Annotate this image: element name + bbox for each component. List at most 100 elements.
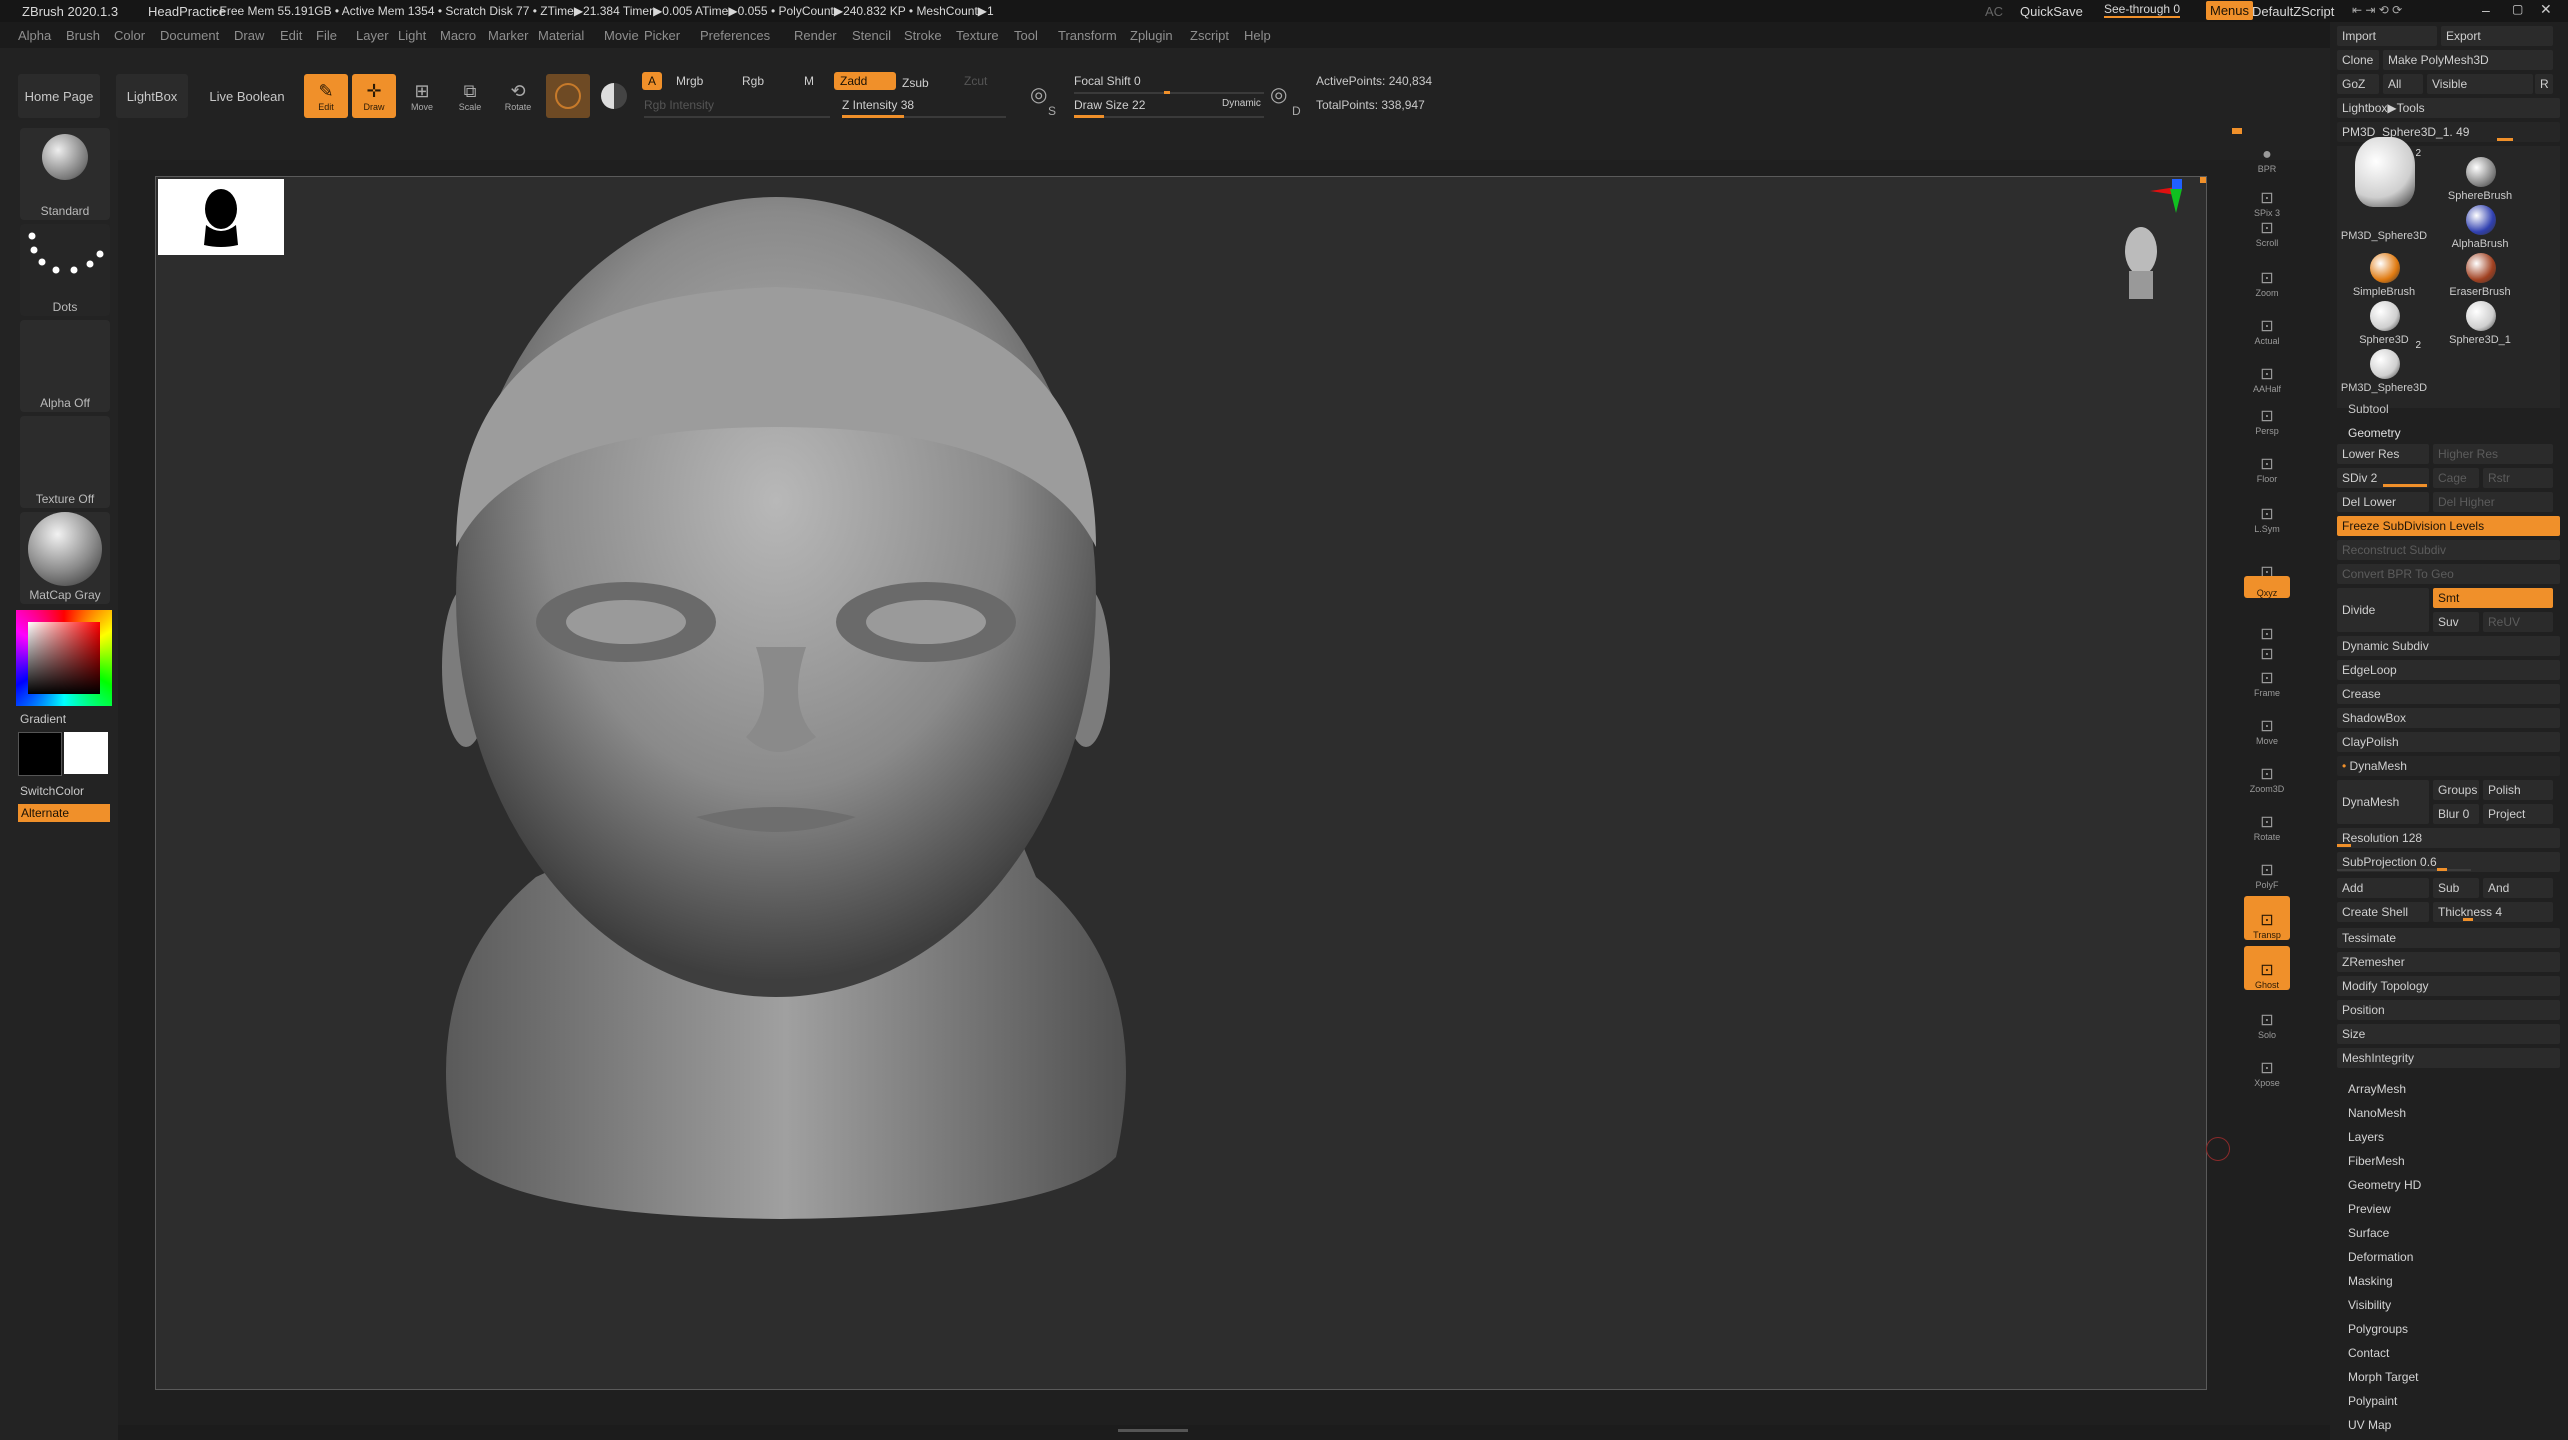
- canvas-viewport[interactable]: [155, 176, 2230, 1390]
- tool-thumb-sphere3d[interactable]: [2347, 292, 2423, 340]
- tool-thumb-pm3d-sphere3d[interactable]: 2: [2347, 137, 2423, 207]
- rgb-intensity-slider[interactable]: Rgb Intensity: [644, 96, 830, 118]
- view-tool-solo[interactable]: ⊡ Solo: [2244, 996, 2290, 1040]
- menu-marker[interactable]: Marker: [488, 28, 528, 43]
- smt-toggle[interactable]: Smt: [2433, 588, 2553, 608]
- dynamesh-header[interactable]: • DynaMesh: [2337, 756, 2560, 776]
- view-tool-move[interactable]: ⊡ Move: [2244, 702, 2290, 746]
- m-toggle[interactable]: M: [798, 72, 820, 90]
- sdiv-slider[interactable]: SDiv 2: [2337, 468, 2429, 488]
- view-tool-rotate[interactable]: ⊡ Rotate: [2244, 798, 2290, 842]
- edit-mode-button[interactable]: ✎ Edit: [304, 74, 348, 118]
- gizmo-toggle-button[interactable]: [592, 74, 636, 118]
- suv-toggle[interactable]: Suv: [2433, 612, 2479, 632]
- secondary-color-swatch[interactable]: [64, 732, 108, 774]
- submenu-deformation[interactable]: Deformation: [2348, 1250, 2413, 1264]
- submenu-nanomesh[interactable]: NanoMesh: [2348, 1106, 2406, 1120]
- submenu-preview[interactable]: Preview: [2348, 1202, 2391, 1216]
- tool-thumb-spherebrush[interactable]: [2443, 148, 2519, 196]
- groups-toggle[interactable]: Groups: [2433, 780, 2479, 800]
- maximize-icon[interactable]: ▢: [2512, 2, 2523, 16]
- geometry-header[interactable]: Geometry: [2348, 426, 2401, 440]
- del-lower-button[interactable]: Del Lower: [2337, 492, 2429, 512]
- view-tool-xpose[interactable]: ⊡ Xpose: [2244, 1044, 2290, 1088]
- reuv-toggle[interactable]: ReUV: [2483, 612, 2553, 632]
- focal-shift-slider[interactable]: Focal Shift 0: [1074, 72, 1264, 94]
- view-tool-persp[interactable]: ⊡ Persp: [2244, 392, 2290, 436]
- higher-res-button[interactable]: Higher Res: [2433, 444, 2553, 464]
- submenu-uv-map[interactable]: UV Map: [2348, 1418, 2391, 1432]
- goz-all-button[interactable]: All: [2383, 74, 2423, 94]
- view-tool-frame[interactable]: ⊡ Frame: [2244, 654, 2290, 698]
- dynamic-subdiv-button[interactable]: Dynamic Subdiv: [2337, 636, 2560, 656]
- menu-stencil[interactable]: Stencil: [852, 28, 891, 43]
- edgeloop-button[interactable]: EdgeLoop: [2337, 660, 2560, 680]
- close-icon[interactable]: ✕: [2540, 1, 2552, 18]
- zsub-toggle[interactable]: Zsub: [896, 74, 935, 92]
- create-shell-button[interactable]: Create Shell: [2337, 902, 2429, 922]
- tool-thumb-simplebrush[interactable]: [2347, 244, 2423, 292]
- submenu-surface[interactable]: Surface: [2348, 1226, 2389, 1240]
- meshintegrity-button[interactable]: MeshIntegrity: [2337, 1048, 2560, 1068]
- menu-material[interactable]: Material: [538, 28, 584, 43]
- submenu-visibility[interactable]: Visibility: [2348, 1298, 2391, 1312]
- material-selector[interactable]: MatCap Gray: [20, 512, 110, 604]
- submenu-contact[interactable]: Contact: [2348, 1346, 2389, 1360]
- menu-movie[interactable]: Movie: [604, 28, 639, 43]
- view-tool-zoom[interactable]: ⊡ Zoom: [2244, 254, 2290, 298]
- zcut-toggle[interactable]: Zcut: [958, 72, 993, 90]
- project-toggle[interactable]: Project: [2483, 804, 2553, 824]
- tool-thumb-sphere3d-1[interactable]: [2443, 292, 2519, 340]
- and-button[interactable]: And: [2483, 878, 2553, 898]
- menu-help[interactable]: Help: [1244, 28, 1271, 43]
- view-tool-zoom3d[interactable]: ⊡ Zoom3D: [2244, 750, 2290, 794]
- rstr-button[interactable]: Rstr: [2483, 468, 2553, 488]
- export-button[interactable]: Export: [2441, 26, 2553, 46]
- lightbox-tools-button[interactable]: Lightbox▶Tools: [2337, 98, 2560, 118]
- color-picker[interactable]: [16, 610, 112, 706]
- submenu-polygroups[interactable]: Polygroups: [2348, 1322, 2408, 1336]
- submenu-morph-target[interactable]: Morph Target: [2348, 1370, 2418, 1384]
- resolution-slider[interactable]: Resolution 128: [2337, 828, 2560, 848]
- canvas-corner-handle[interactable]: [2232, 128, 2242, 134]
- blur-slider[interactable]: Blur 0: [2433, 804, 2479, 824]
- menu-stroke[interactable]: Stroke: [904, 28, 942, 43]
- sub-button[interactable]: Sub: [2433, 878, 2479, 898]
- zremesher-button[interactable]: ZRemesher: [2337, 952, 2560, 972]
- view-tool-polyf[interactable]: ⊡ PolyF: [2244, 846, 2290, 890]
- menu-document[interactable]: Document: [160, 28, 219, 43]
- view-tool-qxyz[interactable]: Qxyz: [2244, 576, 2290, 598]
- size-button[interactable]: Size: [2337, 1024, 2560, 1044]
- switchcolor-button[interactable]: SwitchColor: [20, 784, 84, 798]
- shadowbox-button[interactable]: ShadowBox: [2337, 708, 2560, 728]
- see-through-slider[interactable]: See-through 0: [2104, 2, 2181, 18]
- rotate-mode-button[interactable]: ⟲ Rotate: [496, 74, 540, 118]
- dynamesh-button[interactable]: DynaMesh: [2337, 780, 2429, 824]
- lightbox-button[interactable]: LightBox: [116, 74, 188, 118]
- bottom-tray-handle[interactable]: [1118, 1429, 1188, 1432]
- menu-alpha[interactable]: Alpha: [18, 28, 51, 43]
- zadd-toggle[interactable]: Zadd: [834, 72, 896, 90]
- del-higher-button[interactable]: Del Higher: [2433, 492, 2553, 512]
- alpha-selector[interactable]: Alpha Off: [20, 320, 110, 412]
- modify-topology-button[interactable]: Modify Topology: [2337, 976, 2560, 996]
- view-tool-ghost[interactable]: ⊡ Ghost: [2244, 946, 2290, 990]
- clone-button[interactable]: Clone: [2337, 50, 2379, 70]
- menu-zscript[interactable]: Zscript: [1190, 28, 1229, 43]
- position-button[interactable]: Position: [2337, 1000, 2560, 1020]
- freeze-subdiv-button[interactable]: Freeze SubDivision Levels: [2337, 516, 2560, 536]
- view-tool-transp[interactable]: ⊡ Transp: [2244, 896, 2290, 940]
- menu-preferences[interactable]: Preferences: [700, 28, 770, 43]
- tool-thumb-alphabrush[interactable]: [2443, 196, 2519, 244]
- brush-selector[interactable]: Standard: [20, 128, 110, 220]
- menus-toggle[interactable]: Menus: [2206, 1, 2254, 20]
- subprojection-slider[interactable]: SubProjection 0.6: [2337, 852, 2560, 872]
- thickness-slider[interactable]: Thickness 4: [2433, 902, 2553, 922]
- menu-texture[interactable]: Texture: [956, 28, 999, 43]
- menu-layer[interactable]: Layer: [356, 28, 389, 43]
- menu-tool[interactable]: Tool: [1014, 28, 1038, 43]
- view-tool-bpr[interactable]: ● BPR: [2244, 130, 2290, 174]
- polish-toggle[interactable]: Polish: [2483, 780, 2553, 800]
- axis-gizmo-icon[interactable]: [2146, 177, 2196, 237]
- add-button[interactable]: Add: [2337, 878, 2429, 898]
